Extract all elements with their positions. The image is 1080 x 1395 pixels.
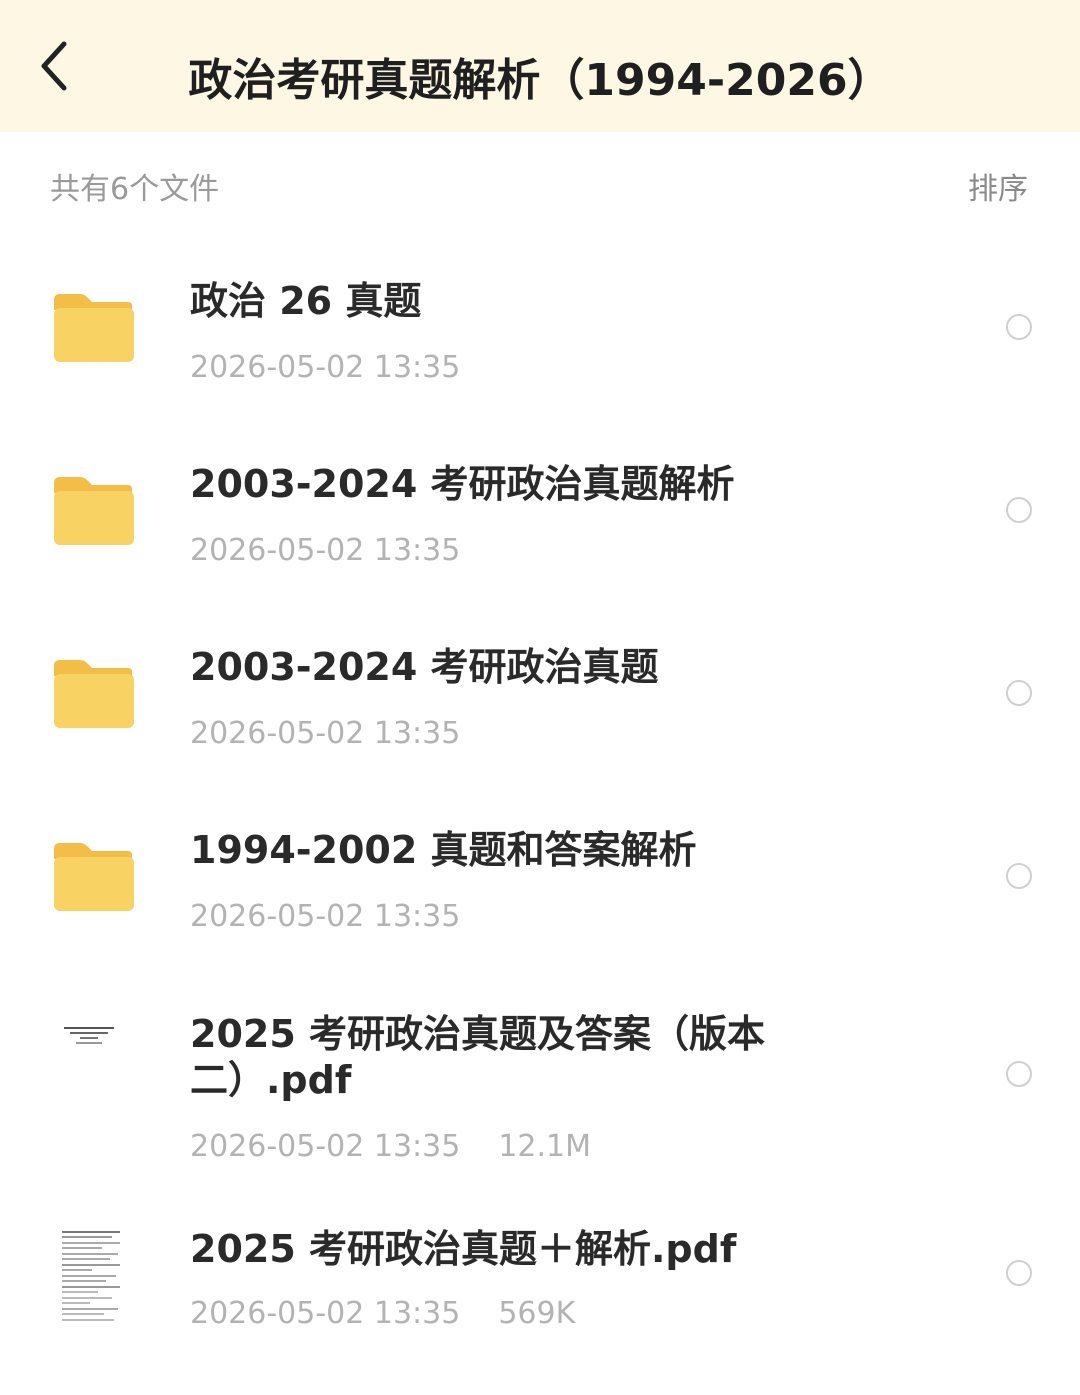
select-radio[interactable] <box>1006 863 1032 889</box>
file-meta: 2026-05-02 13:35 <box>190 899 460 934</box>
file-name: 2003-2024 考研政治真题 <box>190 645 659 689</box>
select-radio[interactable] <box>1006 1061 1032 1087</box>
file-row-4[interactable]: 1994-2002 真题和答案解析 2026-05-02 13:35 <box>0 811 1080 961</box>
list-toolbar: 共有6个文件 排序 <box>0 132 1080 232</box>
select-radio[interactable] <box>1006 314 1032 340</box>
select-radio[interactable] <box>1006 680 1032 706</box>
file-date: 2026-05-02 13:35 <box>190 716 461 751</box>
file-row-5[interactable]: 2025 考研政治真题及答案（版本二）.pdf 2026-05-02 13:35… <box>0 995 1080 1180</box>
file-row-2[interactable]: 2003-2024 考研政治真题解析 2026-05-02 13:35 <box>0 445 1080 595</box>
pdf-thumbnail-icon <box>58 1228 124 1324</box>
back-button[interactable] <box>24 36 84 96</box>
page-title: 政治考研真题解析（1994-2026） <box>188 55 892 106</box>
file-date: 2026-05-02 13:35 <box>190 533 461 568</box>
file-name: 1994-2002 真题和答案解析 <box>190 828 697 872</box>
sort-button[interactable]: 排序 <box>968 164 1028 208</box>
file-meta: 2026-05-02 13:35 <box>190 716 460 751</box>
file-count-label: 共有6个文件 <box>50 172 220 207</box>
top-header: 政治考研真题解析（1994-2026） <box>0 0 1080 132</box>
file-meta: 2026-05-02 13:35 569K <box>190 1296 575 1331</box>
file-row-6[interactable]: 2025 考研政治真题＋解析.pdf 2026-05-02 13:35 569K <box>0 1210 1080 1360</box>
file-name: 2025 考研政治真题＋解析.pdf <box>190 1227 737 1271</box>
file-row-3[interactable]: 2003-2024 考研政治真题 2026-05-02 13:35 <box>0 628 1080 778</box>
file-row-1[interactable]: 政治 26 真题 2026-05-02 13:35 <box>0 262 1080 412</box>
pdf-thumbnail-icon <box>58 1023 120 1051</box>
file-name: 政治 26 真题 <box>190 279 422 323</box>
file-meta: 2026-05-02 13:35 12.1M <box>190 1129 591 1164</box>
file-date: 2026-05-02 13:35 <box>190 899 461 934</box>
select-radio[interactable] <box>1006 1260 1032 1286</box>
folder-icon <box>50 839 140 919</box>
folder-icon <box>50 290 140 370</box>
file-meta: 2026-05-02 13:35 <box>190 533 460 568</box>
file-date: 2026-05-02 13:35 <box>190 350 461 385</box>
chevron-left-icon <box>41 41 67 91</box>
file-size: 12.1M <box>498 1129 592 1164</box>
file-name: 2003-2024 考研政治真题解析 <box>190 462 735 506</box>
file-date: 2026-05-02 13:35 <box>190 1129 461 1164</box>
folder-icon <box>50 473 140 553</box>
file-date: 2026-05-02 13:35 <box>190 1296 461 1331</box>
file-meta: 2026-05-02 13:35 <box>190 350 460 385</box>
select-radio[interactable] <box>1006 497 1032 523</box>
folder-icon <box>50 656 140 736</box>
file-size: 569K <box>498 1296 576 1331</box>
file-name: 2025 考研政治真题及答案（版本二）.pdf <box>190 1012 765 1102</box>
